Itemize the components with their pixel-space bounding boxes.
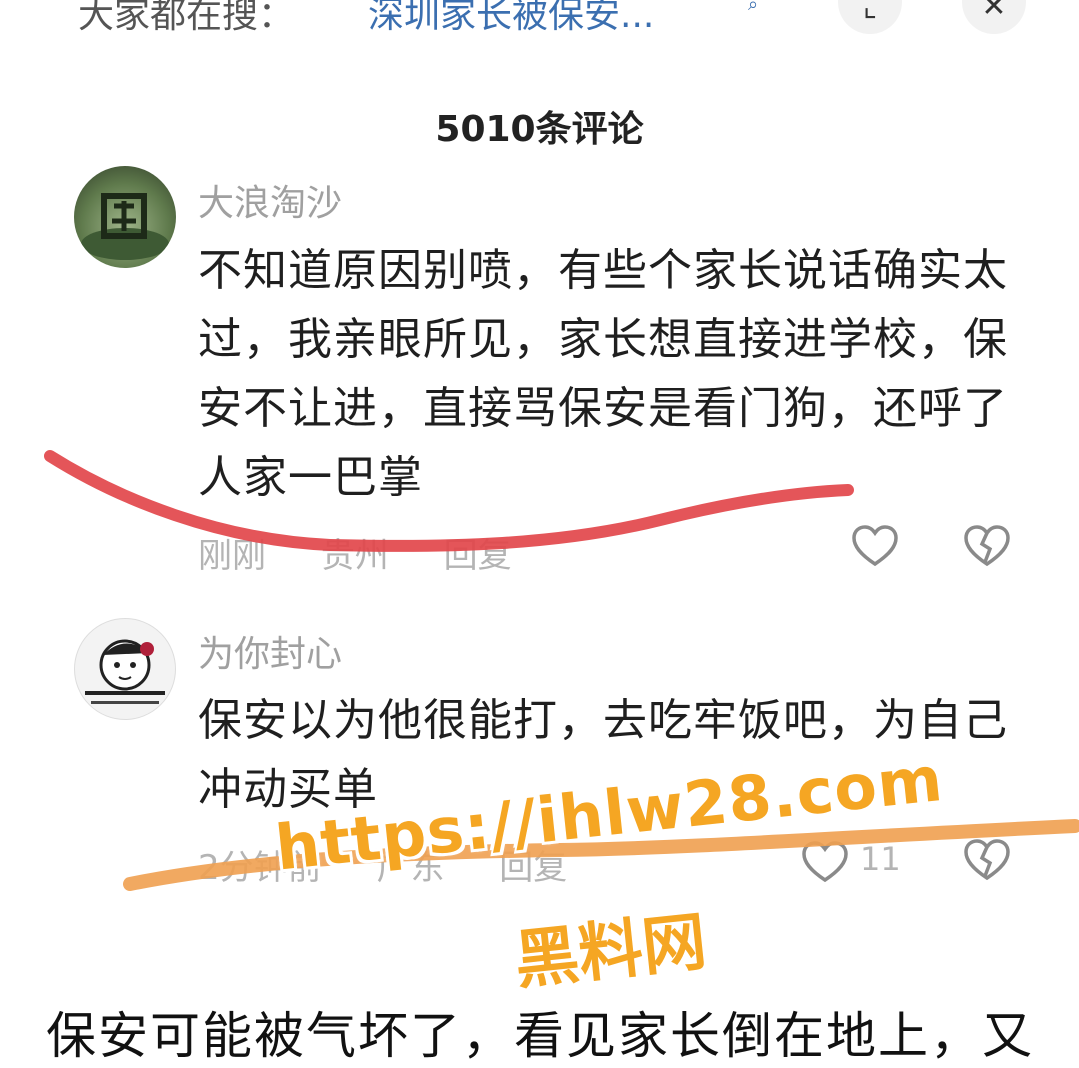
comment-time: 刚刚 [198,536,266,576]
reply-button[interactable]: 回复 [444,536,512,576]
avatar-image [85,639,165,704]
comment-location: 贵州 [320,536,389,576]
comment-username[interactable]: 大浪淘沙 [198,174,342,226]
close-icon: ✕ [981,0,1007,24]
hot-search-link[interactable]: 深圳家长被保安... [368,0,654,38]
caption-text: 保安可能被气坏了，看见家长倒在地上，又 [46,1007,1034,1065]
broken-heart-icon [964,839,1010,881]
expand-button[interactable]: ⌞ [838,0,902,34]
search-prefix-label: 大家都在搜： [78,0,295,36]
comment-count-title: 5010条评论 [435,109,644,150]
like-count: 11 [860,840,901,878]
like-button[interactable] [850,522,900,572]
like-button[interactable] [800,838,850,888]
search-icon: ⌕ [748,0,759,15]
broken-heart-icon [964,525,1010,567]
avatar-image [81,193,169,260]
comment-meta: 刚刚 贵州 回复 [198,528,556,577]
watermark-name: 黑料网 [511,905,710,999]
top-bar: 大家都在搜： 深圳家长被保安... ⌕ ⌞ ✕ [0,0,1079,40]
expand-icon: ⌞ [862,0,878,24]
heart-icon [852,525,898,567]
comment-text: 不知道原因别喷，有些个家长说话确实太过，我亲眼所见，家长想直接进学校，保安不让进… [198,245,1008,503]
dislike-button[interactable] [962,836,1012,886]
comment-username[interactable]: 为你封心 [198,625,342,677]
avatar[interactable] [74,166,176,268]
dislike-button[interactable] [962,522,1012,572]
avatar[interactable] [74,618,176,720]
heart-icon [802,841,848,883]
close-button[interactable]: ✕ [962,0,1026,34]
